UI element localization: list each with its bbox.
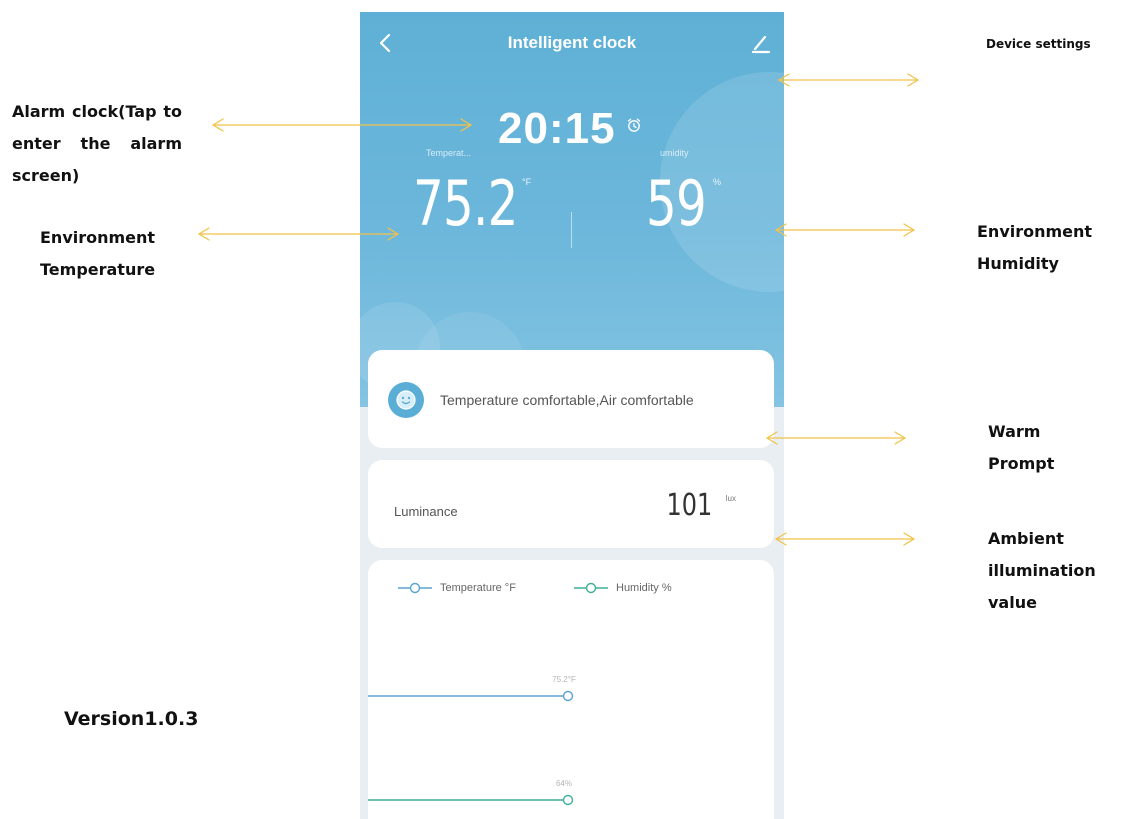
arrow-environment-humidity [775,223,915,237]
annotation-environment-humidity: Environment Humidity [977,222,1093,273]
arrow-device-settings [778,73,919,87]
arrow-alarm-clock [212,118,472,132]
annotation-ambient-illumination: Ambient illumination value [988,529,1096,612]
annotation-device-settings: Device settings [986,37,1091,51]
version-label: Version1.0.3 [64,708,199,730]
annotation-environment-temperature: Environment Temperature [40,228,156,279]
annotation-warm-prompt: Warm Prompt [988,422,1055,473]
annotation-alarm-clock: Alarm clock(Tap to enter the alarm scree… [12,102,182,185]
arrow-warm-prompt [766,431,906,445]
arrow-environment-temperature [198,227,399,241]
arrow-ambient-illumination [775,532,915,546]
